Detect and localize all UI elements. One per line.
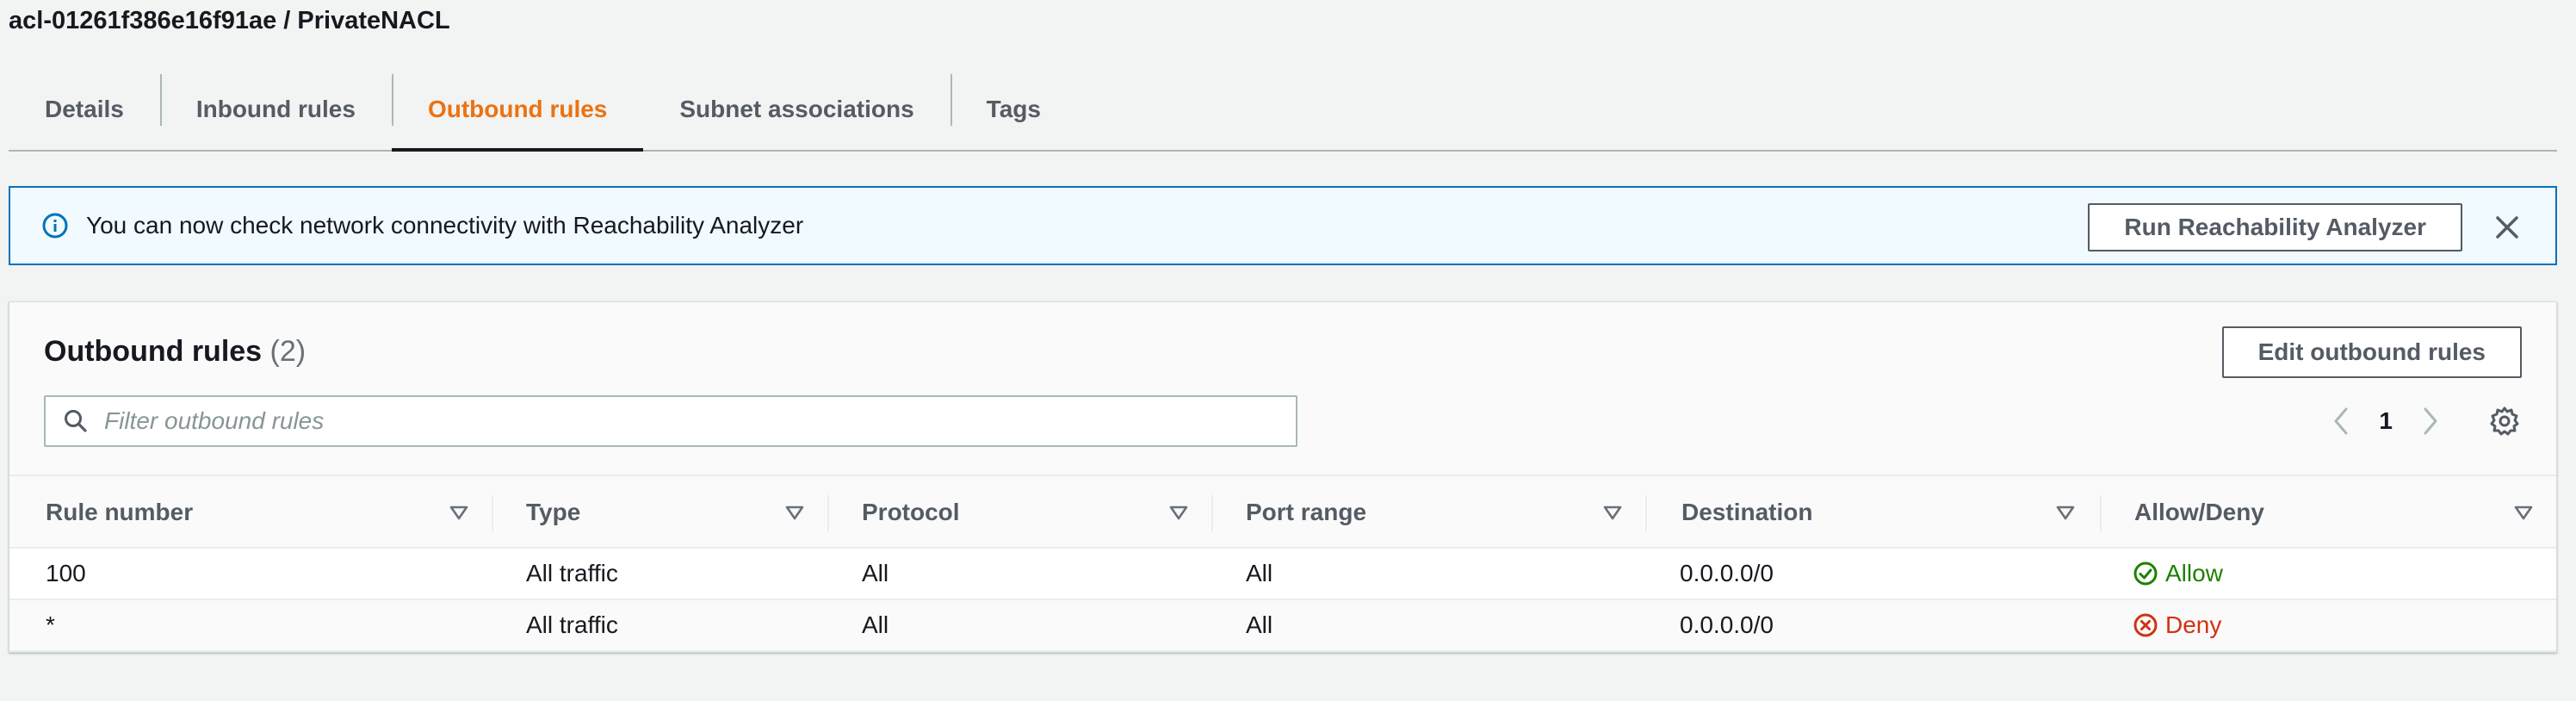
tab-details[interactable]: Details xyxy=(9,69,160,150)
tab-label: Inbound rules xyxy=(195,96,356,122)
column-divider[interactable] xyxy=(1645,495,1647,531)
sort-icon[interactable] xyxy=(2055,502,2076,523)
panel-header: Outbound rules (2) Edit outbound rules 1 xyxy=(9,302,2556,475)
filter-input[interactable] xyxy=(104,407,1296,435)
cell-type: All traffic xyxy=(526,611,618,638)
column-header-port-range[interactable]: Port range xyxy=(1246,476,1366,549)
status-text: Deny xyxy=(2165,611,2222,638)
cell-rule-number: * xyxy=(46,611,55,638)
column-label: Rule number xyxy=(46,499,194,525)
cell-allow-deny: Deny xyxy=(2133,600,2221,650)
tab-bar: Details Inbound rules Outbound rules Sub… xyxy=(9,69,2557,152)
cell-protocol: All xyxy=(862,560,889,586)
cell-port-range: All xyxy=(1246,560,1273,586)
tab-label: Tags xyxy=(986,96,1041,122)
pagination: 1 xyxy=(2329,404,2443,438)
column-divider[interactable] xyxy=(2100,495,2102,531)
column-label: Allow/Deny xyxy=(2134,499,2264,525)
outbound-rules-panel: Outbound rules (2) Edit outbound rules 1 xyxy=(9,301,2557,653)
column-header-allow-deny[interactable]: Allow/Deny xyxy=(2134,476,2264,549)
filter-box[interactable] xyxy=(44,395,1297,447)
cell-protocol: All xyxy=(862,611,889,638)
sort-icon[interactable] xyxy=(2513,502,2534,523)
search-icon xyxy=(63,408,89,434)
table-row[interactable]: 100 All traffic All All 0.0.0.0/0 Allow xyxy=(9,549,2556,600)
table-row[interactable]: * All traffic All All 0.0.0.0/0 Deny xyxy=(9,600,2556,652)
column-header-destination[interactable]: Destination xyxy=(1681,476,1812,549)
tab-label: Outbound rules xyxy=(427,96,608,122)
status-text: Allow xyxy=(2165,560,2223,586)
sort-icon[interactable] xyxy=(784,502,805,523)
tab-inbound-rules[interactable]: Inbound rules xyxy=(159,69,392,150)
column-header-type[interactable]: Type xyxy=(526,476,580,549)
run-reachability-analyzer-button[interactable]: Run Reachability Analyzer xyxy=(2088,203,2462,251)
edit-outbound-rules-button[interactable]: Edit outbound rules xyxy=(2221,326,2522,378)
rules-table: Rule number Type Protocol Port range Des… xyxy=(9,475,2556,652)
x-circle-icon xyxy=(2133,613,2158,637)
column-label: Destination xyxy=(1681,499,1813,525)
page-title: acl-01261f386e16f91ae / PrivateNACL xyxy=(9,7,450,34)
page: acl-01261f386e16f91ae / PrivateNACL Deta… xyxy=(0,0,2576,701)
tab-label: Details xyxy=(45,96,124,122)
info-flashbar: You can now check network connectivity w… xyxy=(9,186,2557,265)
panel-title: Outbound rules (2) xyxy=(44,335,306,369)
close-icon[interactable] xyxy=(2493,214,2521,241)
sort-icon[interactable] xyxy=(1602,502,1623,523)
cell-destination: 0.0.0.0/0 xyxy=(1680,611,1774,638)
gear-icon[interactable] xyxy=(2487,404,2522,438)
cell-allow-deny: Allow xyxy=(2133,549,2223,599)
info-icon xyxy=(41,212,69,239)
tab-subnet-associations[interactable]: Subnet associations xyxy=(643,69,950,150)
column-divider[interactable] xyxy=(827,495,829,531)
tab-tags[interactable]: Tags xyxy=(950,69,1077,150)
cell-type: All traffic xyxy=(526,560,618,586)
sort-icon[interactable] xyxy=(1168,502,1189,523)
chevron-right-icon[interactable] xyxy=(2418,404,2443,438)
page-number[interactable]: 1 xyxy=(2379,407,2393,435)
chevron-left-icon[interactable] xyxy=(2329,404,2353,438)
column-header-protocol[interactable]: Protocol xyxy=(862,476,960,549)
cell-port-range: All xyxy=(1246,611,1273,638)
cell-rule-number: 100 xyxy=(46,560,86,586)
check-circle-icon xyxy=(2133,561,2158,586)
table-header: Rule number Type Protocol Port range Des… xyxy=(9,475,2556,549)
tab-outbound-rules[interactable]: Outbound rules xyxy=(391,69,644,152)
panel-title-text: Outbound rules xyxy=(44,335,263,368)
rule-count: (2) xyxy=(269,335,307,368)
column-label: Protocol xyxy=(862,499,960,525)
column-label: Type xyxy=(526,499,581,525)
sort-icon[interactable] xyxy=(449,502,469,523)
tab-label: Subnet associations xyxy=(679,96,914,122)
column-label: Port range xyxy=(1246,499,1367,525)
cell-destination: 0.0.0.0/0 xyxy=(1680,560,1774,586)
column-header-rule-number[interactable]: Rule number xyxy=(46,476,193,549)
column-divider[interactable] xyxy=(492,495,493,531)
flashbar-message: You can now check network connectivity w… xyxy=(86,212,804,239)
column-divider[interactable] xyxy=(1211,495,1213,531)
